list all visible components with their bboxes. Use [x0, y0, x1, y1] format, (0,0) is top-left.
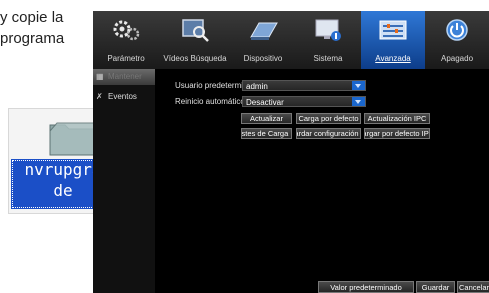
auto-restart-select[interactable]: Desactivar [242, 96, 366, 107]
maintain-icon: ▦ [96, 72, 104, 81]
tab-parametro[interactable]: Parámetro [93, 11, 159, 69]
power-icon [446, 19, 468, 41]
default-value-button[interactable]: Valor predeterminado [318, 281, 414, 293]
tab-apagado[interactable]: Apagado [425, 11, 489, 69]
save-settings-button[interactable]: Guardar configuración [296, 128, 361, 139]
tab-label: Dispositivo [243, 54, 283, 63]
tab-sistema[interactable]: Sistema [295, 11, 361, 69]
sidebar-item-label: Eventos [108, 92, 137, 101]
ipc-update-button[interactable]: Actualización IPC [364, 113, 430, 124]
auto-restart-value: Desactivar [246, 98, 284, 107]
tab-videos-busqueda[interactable]: Vídeos Búsqueda [159, 11, 231, 69]
sidebar-item-mantener[interactable]: ▦ Mantener [93, 69, 155, 85]
tools-icon: ✗ [96, 92, 103, 101]
doc-text-line-2: programa [0, 30, 65, 47]
load-settings-button[interactable]: Ajustes de Carga [241, 128, 292, 139]
default-user-value: admin [246, 82, 268, 91]
cancel-button[interactable]: Cancelar [457, 281, 489, 293]
system-info-icon [315, 19, 341, 41]
default-user-select[interactable]: admin [242, 80, 366, 91]
tab-dispositivo[interactable]: Dispositivo [231, 11, 295, 69]
tab-label: Avanzada [375, 54, 411, 63]
tab-label: Parámetro [107, 54, 145, 63]
chevron-down-icon[interactable] [352, 81, 365, 90]
folder-icon [49, 122, 95, 156]
ipc-load-default-button[interactable]: Cargar por defecto IPC [364, 128, 430, 139]
save-button[interactable]: Guardar [416, 281, 455, 293]
top-menu-bar: Parámetro Vídeos Búsqueda Dispositivo Si… [93, 11, 489, 69]
tab-label: Vídeos Búsqueda [163, 54, 227, 63]
default-user-label: Usuario predetermi [175, 81, 244, 90]
sidebar-item-eventos[interactable]: ✗ Eventos [93, 89, 155, 105]
auto-restart-label: Reinicio automático [175, 97, 245, 106]
sidebar: ▦ Mantener ✗ Eventos [93, 69, 155, 293]
video-search-icon [182, 19, 209, 42]
sidebar-item-label: Mantener [108, 72, 142, 81]
hard-drive-icon [250, 22, 278, 40]
tab-label: Sistema [313, 54, 343, 63]
dvr-window: Parámetro Vídeos Búsqueda Dispositivo Si… [93, 11, 489, 293]
maintenance-panel: Usuario predetermi admin Reinicio automá… [155, 69, 489, 293]
tab-avanzada[interactable]: Avanzada [361, 11, 425, 69]
doc-text-line-1: y copie la [0, 9, 64, 26]
gears-icon [113, 20, 140, 41]
save-settings-label: Guardar configuración [297, 129, 359, 138]
chevron-down-icon[interactable] [352, 97, 365, 106]
load-settings-label: Ajustes de Carga [241, 129, 289, 138]
ipc-load-default-label: Cargar por defecto IPC [365, 129, 429, 138]
tab-label: Apagado [440, 54, 474, 63]
advanced-panel-icon [379, 20, 407, 40]
load-default-button[interactable]: Carga por defecto [296, 113, 361, 124]
update-button[interactable]: Actualizar [241, 113, 292, 124]
